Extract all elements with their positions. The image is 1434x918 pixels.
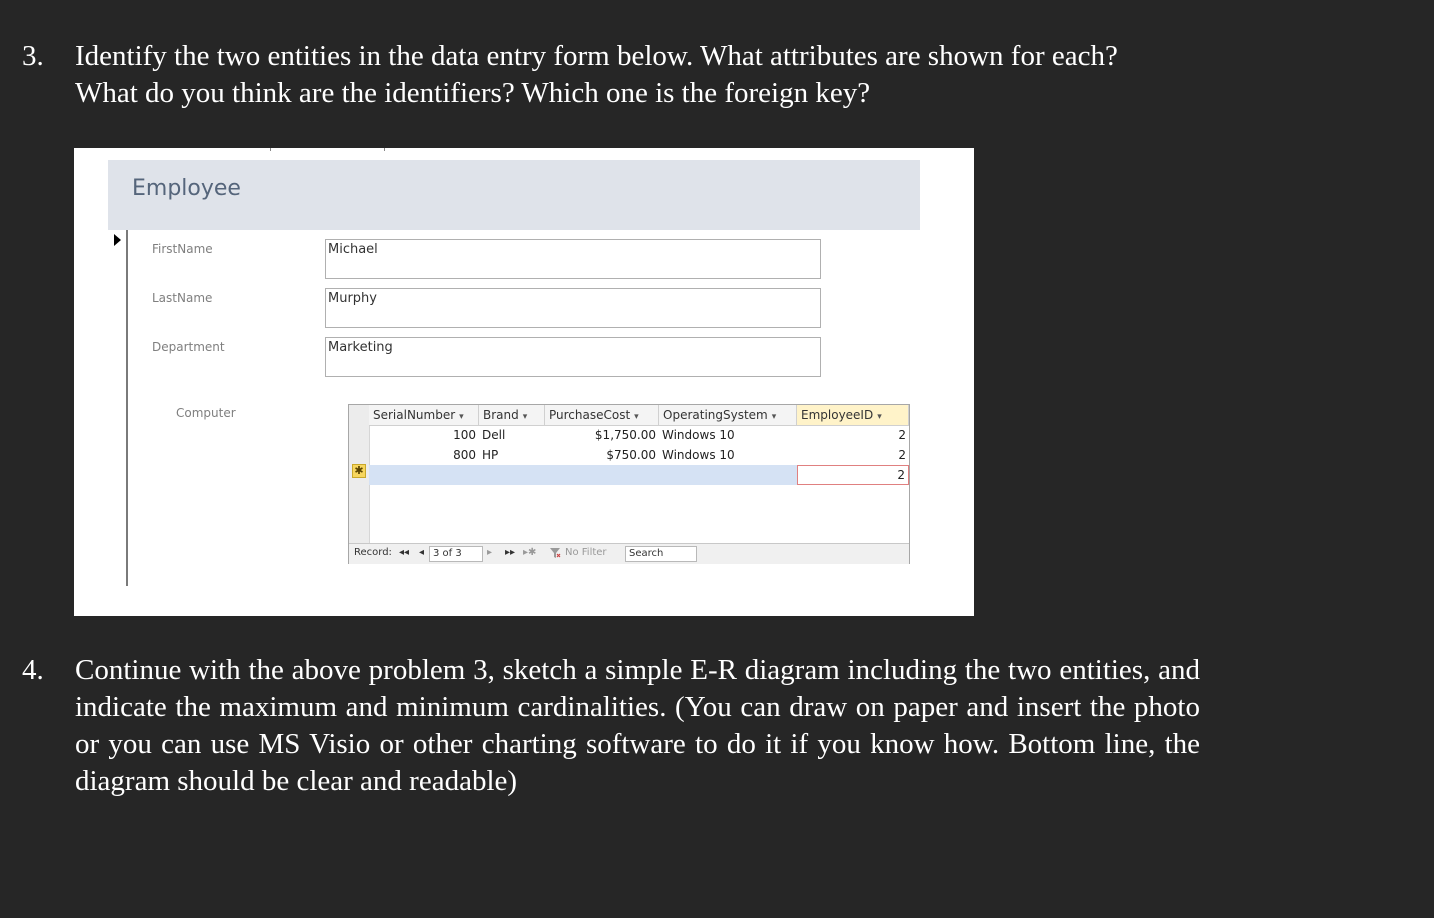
department-field[interactable]: Marketing bbox=[325, 337, 821, 377]
computer-subform-label: Computer bbox=[176, 406, 236, 420]
purchasecost-cell[interactable]: $1,750.00 bbox=[545, 425, 659, 445]
record-selector-bar[interactable] bbox=[108, 230, 128, 586]
computer-subform-datasheet: ✱ SerialNumber ▾ Brand ▾ PurchaseCost ▾ Ope… bbox=[348, 404, 910, 564]
last-record-button[interactable]: ▸▸ bbox=[505, 547, 515, 558]
serialnumber-cell[interactable]: 100 bbox=[369, 425, 479, 445]
first-record-button[interactable]: ◂◂ bbox=[399, 547, 409, 558]
record-navigation-bar: Record: ◂◂ ◂ 3 of 3 ▸ ▸▸ ▸✱ No Filter Se… bbox=[349, 543, 909, 564]
question-3-number: 3. bbox=[22, 40, 44, 72]
column-header-label: PurchaseCost bbox=[549, 408, 631, 422]
column-header-employeeid[interactable]: EmployeeID ▾ bbox=[797, 405, 909, 425]
purchasecost-cell[interactable]: $750.00 bbox=[545, 445, 659, 465]
top-edge-tick bbox=[270, 148, 271, 151]
chevron-down-icon[interactable]: ▾ bbox=[772, 412, 777, 422]
current-record-arrow-icon bbox=[114, 234, 121, 246]
column-header-label: SerialNumber bbox=[373, 408, 456, 422]
question-3-line-2: What do you think are the identifiers? W… bbox=[75, 77, 871, 109]
question-4-text: Continue with the above problem 3, sketc… bbox=[75, 654, 1200, 797]
record-label: Record: bbox=[354, 547, 392, 558]
column-header-brand[interactable]: Brand ▾ bbox=[479, 405, 545, 425]
brand-cell[interactable]: Dell bbox=[479, 425, 545, 445]
table-row[interactable]: 100 Dell $1,750.00 Windows 10 2 bbox=[369, 425, 909, 445]
column-header-label: OperatingSystem bbox=[663, 408, 768, 422]
access-form-screenshot: Employee FirstName Michael LastName Murp… bbox=[74, 148, 974, 616]
operatingsystem-cell[interactable]: Windows 10 bbox=[659, 425, 797, 445]
datasheet-header-row: SerialNumber ▾ Brand ▾ PurchaseCost ▾ Opera… bbox=[369, 405, 909, 426]
form-header: Employee bbox=[108, 160, 920, 230]
new-record-icon: ✱ bbox=[352, 464, 366, 478]
question-4-number: 4. bbox=[22, 654, 44, 686]
operatingsystem-cell[interactable]: Windows 10 bbox=[659, 445, 797, 465]
new-record-row[interactable]: 2 bbox=[369, 465, 909, 485]
new-record-button[interactable]: ▸✱ bbox=[523, 547, 536, 558]
chevron-down-icon[interactable]: ▾ bbox=[459, 412, 464, 422]
form-title: Employee bbox=[132, 176, 241, 201]
current-record-input[interactable]: 3 of 3 bbox=[429, 546, 483, 562]
brand-cell[interactable]: HP bbox=[479, 445, 545, 465]
employeeid-cell[interactable]: 2 bbox=[797, 445, 909, 465]
search-box[interactable]: Search bbox=[625, 546, 697, 562]
top-edge-tick bbox=[384, 148, 385, 151]
firstname-label: FirstName bbox=[152, 242, 213, 256]
table-row[interactable]: 800 HP $750.00 Windows 10 2 bbox=[369, 445, 909, 465]
previous-record-button[interactable]: ◂ bbox=[419, 547, 424, 558]
next-record-button[interactable]: ▸ bbox=[487, 547, 492, 558]
employeeid-cell[interactable]: 2 bbox=[797, 425, 909, 445]
firstname-field[interactable]: Michael bbox=[325, 239, 821, 279]
employeeid-new-cell[interactable]: 2 bbox=[797, 465, 909, 485]
question-3-line-1: Identify the two entities in the data en… bbox=[75, 40, 1118, 72]
employeeid-default-value: 2 bbox=[897, 468, 905, 482]
column-header-operatingsystem[interactable]: OperatingSystem ▾ bbox=[659, 405, 797, 425]
lastname-label: LastName bbox=[152, 291, 213, 305]
question-3-text: Identify the two entities in the data en… bbox=[75, 38, 1200, 112]
serialnumber-cell[interactable]: 800 bbox=[369, 445, 479, 465]
funnel-icon bbox=[549, 547, 561, 562]
column-header-purchasecost[interactable]: PurchaseCost ▾ bbox=[545, 405, 659, 425]
column-header-serialnumber[interactable]: SerialNumber ▾ bbox=[369, 405, 479, 425]
lastname-field[interactable]: Murphy bbox=[325, 288, 821, 328]
column-header-label: Brand bbox=[483, 408, 519, 422]
chevron-down-icon[interactable]: ▾ bbox=[634, 412, 639, 422]
department-label: Department bbox=[152, 340, 225, 354]
filter-toggle-button[interactable]: No Filter bbox=[565, 547, 607, 558]
column-header-label: EmployeeID bbox=[801, 408, 874, 422]
chevron-down-icon[interactable]: ▾ bbox=[523, 412, 528, 422]
chevron-down-icon[interactable]: ▾ bbox=[877, 412, 882, 422]
